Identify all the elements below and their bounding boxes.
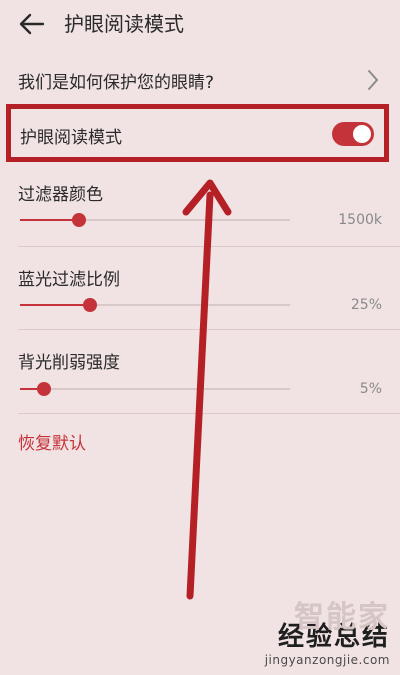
back-button[interactable]	[18, 10, 46, 38]
slider-thumb[interactable]	[72, 213, 87, 227]
slider-label: 蓝光过滤比例	[18, 270, 120, 290]
slider-label: 背光削弱强度	[18, 353, 120, 373]
slider-label: 过滤器颜色	[18, 185, 103, 205]
filter-color-setting: 过滤器颜色 1500k	[0, 180, 400, 265]
slider-fill	[20, 304, 91, 306]
reading-mode-label: 护眼阅读模式	[20, 128, 122, 148]
reading-mode-toggle[interactable]	[332, 122, 374, 146]
watermark-bg-text: 智能家	[294, 600, 390, 635]
protect-eyes-label: 我们是如何保护您的眼睛?	[18, 73, 215, 93]
chevron-right-icon	[368, 70, 378, 90]
blue-light-slider[interactable]	[20, 298, 290, 312]
arrow-left-icon	[19, 13, 45, 35]
slider-value: 5%	[359, 381, 382, 397]
app-header: 护眼阅读模式	[0, 0, 400, 50]
slider-value: 25%	[350, 297, 382, 313]
divider	[18, 329, 400, 330]
slider-value: 1500k	[338, 212, 382, 228]
reading-mode-row: 护眼阅读模式	[6, 104, 389, 162]
watermark-url: jingyanzongjie.com	[264, 653, 390, 667]
filter-color-slider[interactable]	[20, 213, 290, 227]
divider	[18, 413, 400, 414]
restore-default-button[interactable]: 恢复默认	[18, 429, 86, 454]
page-title: 护眼阅读模式	[64, 12, 184, 36]
watermark: 智能家 经验总结 jingyanzongjie.com	[264, 600, 390, 667]
toggle-knob	[353, 125, 371, 143]
slider-thumb[interactable]	[83, 298, 98, 312]
divider	[18, 246, 400, 247]
slider-thumb[interactable]	[37, 382, 52, 396]
protect-eyes-link[interactable]: 我们是如何保护您的眼睛?	[0, 58, 400, 104]
backlight-setting: 背光削弱强度 5%	[0, 348, 400, 433]
blue-light-setting: 蓝光过滤比例 25%	[0, 265, 400, 350]
slider-fill	[20, 219, 80, 221]
backlight-slider[interactable]	[20, 382, 290, 396]
